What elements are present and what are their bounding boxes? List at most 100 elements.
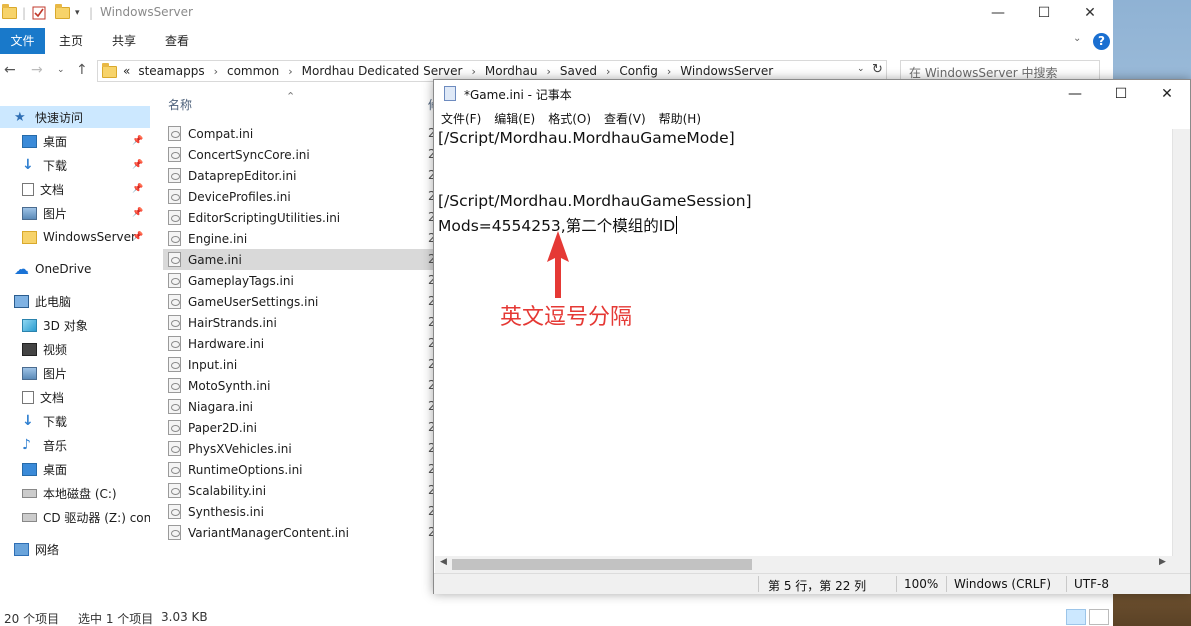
maximize-button[interactable]: ☐ xyxy=(1021,0,1067,26)
menu-edit[interactable]: 编辑(E) xyxy=(487,110,541,127)
breadcrumb-saved[interactable]: Saved xyxy=(560,64,597,78)
nav-pictures[interactable]: 图片 xyxy=(0,362,150,384)
tab-share[interactable]: 共享 xyxy=(104,28,144,54)
pin-icon[interactable]: 📌 xyxy=(132,232,143,242)
file-row[interactable]: GameUserSettings.ini xyxy=(163,291,433,312)
file-name: GameUserSettings.ini xyxy=(188,294,319,309)
file-row[interactable]: MotoSynth.ini xyxy=(163,375,433,396)
nav-documents-pinned[interactable]: 文档 📌 xyxy=(0,178,150,200)
chevron-right-icon[interactable]: › xyxy=(546,65,550,78)
file-row-selected[interactable]: Game.ini xyxy=(163,249,433,270)
breadcrumb-overflow[interactable]: « xyxy=(123,64,130,78)
nav-videos[interactable]: 视频 xyxy=(0,338,150,360)
maximize-button[interactable]: ☐ xyxy=(1098,80,1144,108)
nav-local-disk-c[interactable]: 本地磁盘 (C:) xyxy=(0,482,150,504)
scroll-left-icon[interactable]: ◀ xyxy=(440,557,447,567)
file-row[interactable]: PhysXVehicles.ini xyxy=(163,438,433,459)
nav-onedrive[interactable]: ☁ OneDrive xyxy=(0,258,150,280)
menu-file[interactable]: 文件(F) xyxy=(434,110,487,127)
file-row[interactable]: Input.ini xyxy=(163,354,433,375)
nav-downloads-pinned[interactable]: ↓ 下载 📌 xyxy=(0,154,150,176)
nav-downloads[interactable]: ↓ 下载 xyxy=(0,410,150,432)
file-name: Input.ini xyxy=(188,357,238,372)
file-row[interactable]: Scalability.ini xyxy=(163,480,433,501)
back-icon[interactable]: ← xyxy=(4,62,16,78)
new-folder-icon[interactable] xyxy=(55,4,70,21)
file-row[interactable]: GameplayTags.ini xyxy=(163,270,433,291)
chevron-down-icon[interactable]: ▾ xyxy=(75,5,80,21)
file-row[interactable]: Niagara.ini xyxy=(163,396,433,417)
chevron-right-icon[interactable]: › xyxy=(214,65,218,78)
file-row[interactable]: DeviceProfiles.ini xyxy=(163,186,433,207)
menu-help[interactable]: 帮助(H) xyxy=(652,110,707,127)
chevron-right-icon[interactable]: › xyxy=(288,65,292,78)
recent-chevron-icon[interactable]: ⌄ xyxy=(57,65,65,75)
breadcrumb-mordhau-server[interactable]: Mordhau Dedicated Server xyxy=(302,64,463,78)
scroll-right-icon[interactable]: ▶ xyxy=(1159,557,1166,567)
notepad-title: *Game.ini - 记事本 xyxy=(464,88,572,102)
breadcrumb-steamapps[interactable]: steamapps xyxy=(138,64,204,78)
ini-file-icon xyxy=(168,462,181,477)
file-row[interactable]: Engine.ini xyxy=(163,228,433,249)
tab-home[interactable]: 主页 xyxy=(51,28,91,54)
forward-icon[interactable]: → xyxy=(31,62,43,78)
file-row[interactable]: VariantManagerContent.ini xyxy=(163,522,433,543)
menu-format[interactable]: 格式(O) xyxy=(541,110,597,127)
up-icon[interactable]: ↑ xyxy=(76,62,88,78)
nav-pictures-pinned[interactable]: 图片 📌 xyxy=(0,202,150,224)
nav-desktop-pinned[interactable]: 桌面 📌 xyxy=(0,130,150,152)
file-row[interactable]: Compat.ini xyxy=(163,123,433,144)
nav-windowsserver-pinned[interactable]: WindowsServer 📌 xyxy=(0,226,150,248)
chevron-right-icon[interactable]: › xyxy=(471,65,475,78)
file-row[interactable]: Synthesis.ini xyxy=(163,501,433,522)
minimize-button[interactable]: — xyxy=(1052,80,1098,108)
close-button[interactable]: ✕ xyxy=(1067,0,1113,26)
download-icon: ↓ xyxy=(22,412,34,429)
nav-label: 音乐 xyxy=(43,438,68,453)
horizontal-scroll-thumb[interactable] xyxy=(452,559,752,570)
breadcrumb-common[interactable]: common xyxy=(227,64,279,78)
file-name: PhysXVehicles.ini xyxy=(188,441,292,456)
notepad-text-area[interactable]: [/Script/Mordhau.MordhauGameMode] [/Scri… xyxy=(435,129,1172,556)
nav-label: 桌面 xyxy=(43,134,68,149)
refresh-icon[interactable]: ↻ xyxy=(872,62,883,77)
chevron-right-icon[interactable]: › xyxy=(667,65,671,78)
minimize-button[interactable]: — xyxy=(975,0,1021,26)
nav-music[interactable]: ♪ 音乐 xyxy=(0,434,150,456)
chevron-right-icon[interactable]: › xyxy=(606,65,610,78)
file-row[interactable]: HairStrands.ini xyxy=(163,312,433,333)
file-row[interactable]: ConcertSyncCore.ini xyxy=(163,144,433,165)
pin-icon[interactable]: 📌 xyxy=(132,184,143,194)
breadcrumb-mordhau[interactable]: Mordhau xyxy=(485,64,538,78)
breadcrumb-windowsserver[interactable]: WindowsServer xyxy=(680,64,773,78)
details-view-icon[interactable] xyxy=(1066,609,1086,625)
column-header-name[interactable]: 名称 xyxy=(168,96,192,113)
file-row[interactable]: EditorScriptingUtilities.ini xyxy=(163,207,433,228)
nav-documents[interactable]: 文档 xyxy=(0,386,150,408)
close-button[interactable]: ✕ xyxy=(1144,80,1190,108)
address-dropdown-icon[interactable]: ⌄ xyxy=(857,64,865,74)
nav-this-pc[interactable]: 此电脑 xyxy=(0,290,150,312)
nav-network[interactable]: 网络 xyxy=(0,538,150,560)
pin-icon[interactable]: 📌 xyxy=(132,136,143,146)
ribbon-expand-icon[interactable]: ⌄ xyxy=(1073,33,1081,44)
horizontal-scrollbar[interactable]: ◀ ▶ xyxy=(435,556,1172,573)
file-row[interactable]: RuntimeOptions.ini xyxy=(163,459,433,480)
file-row[interactable]: Hardware.ini xyxy=(163,333,433,354)
large-icons-view-icon[interactable] xyxy=(1089,609,1109,625)
nav-desktop[interactable]: 桌面 xyxy=(0,458,150,480)
pin-icon[interactable]: 📌 xyxy=(132,160,143,170)
breadcrumb-config[interactable]: Config xyxy=(619,64,658,78)
nav-cd-drive-z[interactable]: CD 驱动器 (Z:) con xyxy=(0,506,150,528)
properties-icon[interactable] xyxy=(32,5,46,21)
vertical-scrollbar[interactable] xyxy=(1172,129,1190,556)
nav-quick-access[interactable]: ★ 快速访问 xyxy=(0,106,150,128)
file-row[interactable]: DataprepEditor.ini xyxy=(163,165,433,186)
tab-view[interactable]: 查看 xyxy=(157,28,197,54)
file-row[interactable]: Paper2D.ini xyxy=(163,417,433,438)
help-icon[interactable]: ? xyxy=(1093,33,1110,50)
pin-icon[interactable]: 📌 xyxy=(132,208,143,218)
nav-3d-objects[interactable]: 3D 对象 xyxy=(0,314,150,336)
menu-view[interactable]: 查看(V) xyxy=(597,110,652,127)
tab-file[interactable]: 文件 xyxy=(0,28,45,54)
